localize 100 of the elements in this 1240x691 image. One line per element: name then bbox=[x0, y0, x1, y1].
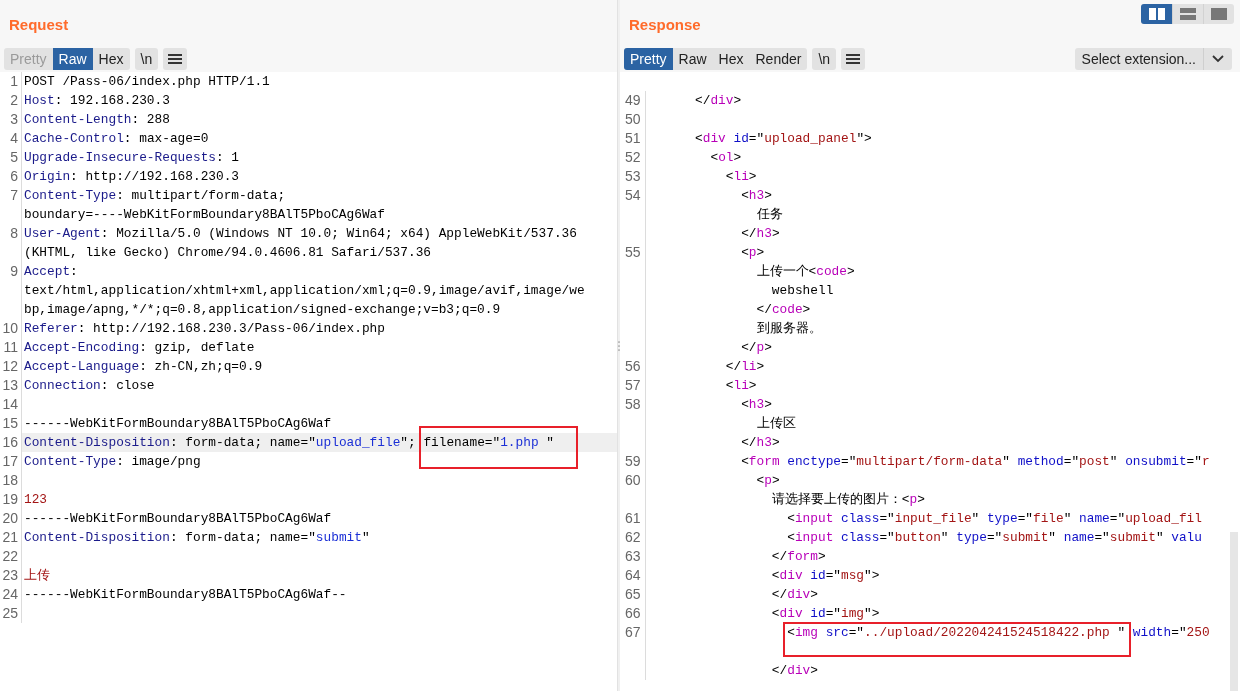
line-number: 13 bbox=[1, 376, 18, 395]
view-tab[interactable]: Raw bbox=[672, 47, 713, 70]
line-number: 56 bbox=[625, 357, 641, 376]
menu-button[interactable] bbox=[841, 47, 866, 70]
code-line: </h3> bbox=[740, 434, 780, 452]
code-line: <div id="msg"> bbox=[770, 567, 880, 585]
code-line: Content-Disposition: form-data; name="upload_file"; filename="1.php " bbox=[24, 434, 554, 452]
code-line: <div id="upload_panel"> bbox=[694, 130, 872, 148]
line-number: 19 bbox=[1, 490, 18, 509]
line-number: 57 bbox=[625, 376, 641, 395]
code-line: Referer: http://192.168.230.3/Pass-06/index.php bbox=[24, 320, 385, 338]
code-line: <input class="input_file" type="file" name="upload_fil bbox=[786, 510, 1202, 528]
code-line: </form> bbox=[770, 548, 826, 566]
code-line: Accept-Language: zh-CN,zh;q=0.9 bbox=[24, 358, 263, 376]
line-number: 24 bbox=[1, 585, 18, 604]
line-number: 9 bbox=[9, 262, 18, 281]
code-line: User-Agent: Mozilla/5.0 (Windows NT 10.0; Win64; x64) AppleWebKit/537.36 bbox=[24, 225, 577, 243]
square-icon bbox=[1211, 8, 1227, 20]
code-line: <img src="../upload/202204241524518422.php " width="250 bbox=[786, 624, 1210, 642]
code-line: 123 bbox=[24, 491, 48, 509]
code-line: <p> bbox=[755, 472, 780, 490]
line-number: 18 bbox=[1, 471, 18, 490]
code-line: boundary=----WebKitFormBoundary8BAlT5PboCAg6Waf bbox=[24, 206, 385, 224]
line-number: 60 bbox=[625, 471, 641, 490]
line-number: 10 bbox=[1, 319, 18, 338]
line-number: 59 bbox=[625, 452, 641, 471]
line-number: 16 bbox=[1, 433, 18, 452]
code-line: Cache-Control: max-age=0 bbox=[24, 130, 209, 148]
line-number: 15 bbox=[1, 414, 18, 433]
view-tab[interactable]: Render bbox=[749, 47, 808, 70]
line-number: 21 bbox=[1, 528, 18, 547]
line-number: 54 bbox=[625, 186, 641, 205]
line-number: 22 bbox=[1, 547, 18, 566]
layout-button[interactable] bbox=[1141, 4, 1172, 24]
code-line: Upgrade-Insecure-Requests: 1 bbox=[24, 149, 240, 167]
code-line: 请选择要上传的图片：<p> bbox=[770, 491, 925, 509]
pane-title: Response bbox=[628, 15, 701, 35]
code-line: </li> bbox=[724, 358, 765, 376]
line-number: 50 bbox=[625, 110, 641, 129]
line-number: 23 bbox=[1, 566, 18, 585]
pane-title: Request bbox=[8, 15, 69, 35]
line-number: 53 bbox=[625, 167, 641, 186]
line-number: 3 bbox=[9, 110, 18, 129]
view-tab[interactable]: Hex bbox=[92, 47, 130, 70]
line-number: 25 bbox=[1, 604, 18, 623]
code-line: </p> bbox=[740, 339, 772, 357]
line-number: 17 bbox=[1, 452, 18, 471]
code-line: ------WebKitFormBoundary8BAlT5PboCAg6Waf-- bbox=[24, 586, 347, 604]
code-line: <p> bbox=[740, 244, 765, 262]
code-line: webshell bbox=[770, 282, 834, 300]
code-line: Accept-Encoding: gzip, deflate bbox=[24, 339, 255, 357]
code-line: <li> bbox=[724, 377, 757, 395]
code-line: Connection: close bbox=[24, 377, 155, 395]
code-line: bp,image/apng,*/*;q=0.8,application/signed-exchange;v=b3;q=0.9 bbox=[24, 301, 501, 319]
code-line: (KHTML, like Gecko) Chrome/94.0.4606.81 Safari/537.36 bbox=[24, 244, 431, 262]
menu-button[interactable] bbox=[163, 47, 188, 70]
line-number: 4 bbox=[9, 129, 18, 148]
line-number: 49 bbox=[625, 91, 641, 110]
line-number: 61 bbox=[625, 509, 641, 528]
code-line: </code> bbox=[755, 301, 811, 319]
line-number: 7 bbox=[9, 186, 18, 205]
code-line: ------WebKitFormBoundary8BAlT5PboCAg6Waf bbox=[24, 510, 332, 528]
code-line: <div id="img"> bbox=[770, 605, 880, 623]
view-tab[interactable]: Hex bbox=[712, 47, 750, 70]
code-line: <input class="button" type="submit" name="submit" valu bbox=[786, 529, 1202, 547]
code-line: <ol> bbox=[709, 149, 742, 167]
rows-icon bbox=[1180, 8, 1196, 20]
code-line: 到服务器。 bbox=[755, 320, 822, 338]
line-number: 55 bbox=[625, 243, 641, 262]
line-number: 58 bbox=[625, 395, 641, 414]
line-number: 67 bbox=[625, 623, 641, 642]
line-number: 51 bbox=[625, 129, 641, 148]
code-line: Content-Length: 288 bbox=[24, 111, 170, 129]
line-number: 63 bbox=[625, 547, 641, 566]
code-line: <h3> bbox=[740, 396, 772, 414]
line-number: 64 bbox=[625, 566, 641, 585]
code-line: Content-Disposition: form-data; name="submit" bbox=[24, 529, 370, 547]
code-line: Host: 192.168.230.3 bbox=[24, 92, 170, 110]
line-number: 52 bbox=[625, 148, 641, 167]
scrollbar-thumb[interactable] bbox=[1230, 532, 1238, 691]
chevron-down-icon bbox=[1212, 54, 1224, 63]
newline-toggle-button[interactable]: \n bbox=[134, 47, 159, 70]
code-line: </div> bbox=[770, 586, 818, 604]
code-line: </h3> bbox=[740, 225, 780, 243]
view-tab[interactable]: Pretty bbox=[624, 47, 673, 70]
code-line: Content-Type: multipart/form-data; bbox=[24, 187, 286, 205]
code-line: Origin: http://192.168.230.3 bbox=[24, 168, 240, 186]
code-line: <li> bbox=[724, 168, 757, 186]
view-tab[interactable]: Raw bbox=[52, 47, 93, 70]
line-number: 14 bbox=[1, 395, 18, 414]
code-line: <form enctype="multipart/form-data" method="post" onsubmit="r bbox=[740, 453, 1210, 471]
newline-toggle-button[interactable]: \n bbox=[812, 47, 837, 70]
menu-icon bbox=[846, 52, 861, 65]
line-number: 65 bbox=[625, 585, 641, 604]
line-number: 62 bbox=[625, 528, 641, 547]
line-number: 2 bbox=[9, 91, 18, 110]
code-line: POST /Pass-06/index.php HTTP/1.1 bbox=[24, 73, 270, 91]
line-number: 1 bbox=[9, 72, 18, 91]
code-line: </div> bbox=[694, 92, 742, 110]
menu-icon bbox=[168, 52, 183, 65]
